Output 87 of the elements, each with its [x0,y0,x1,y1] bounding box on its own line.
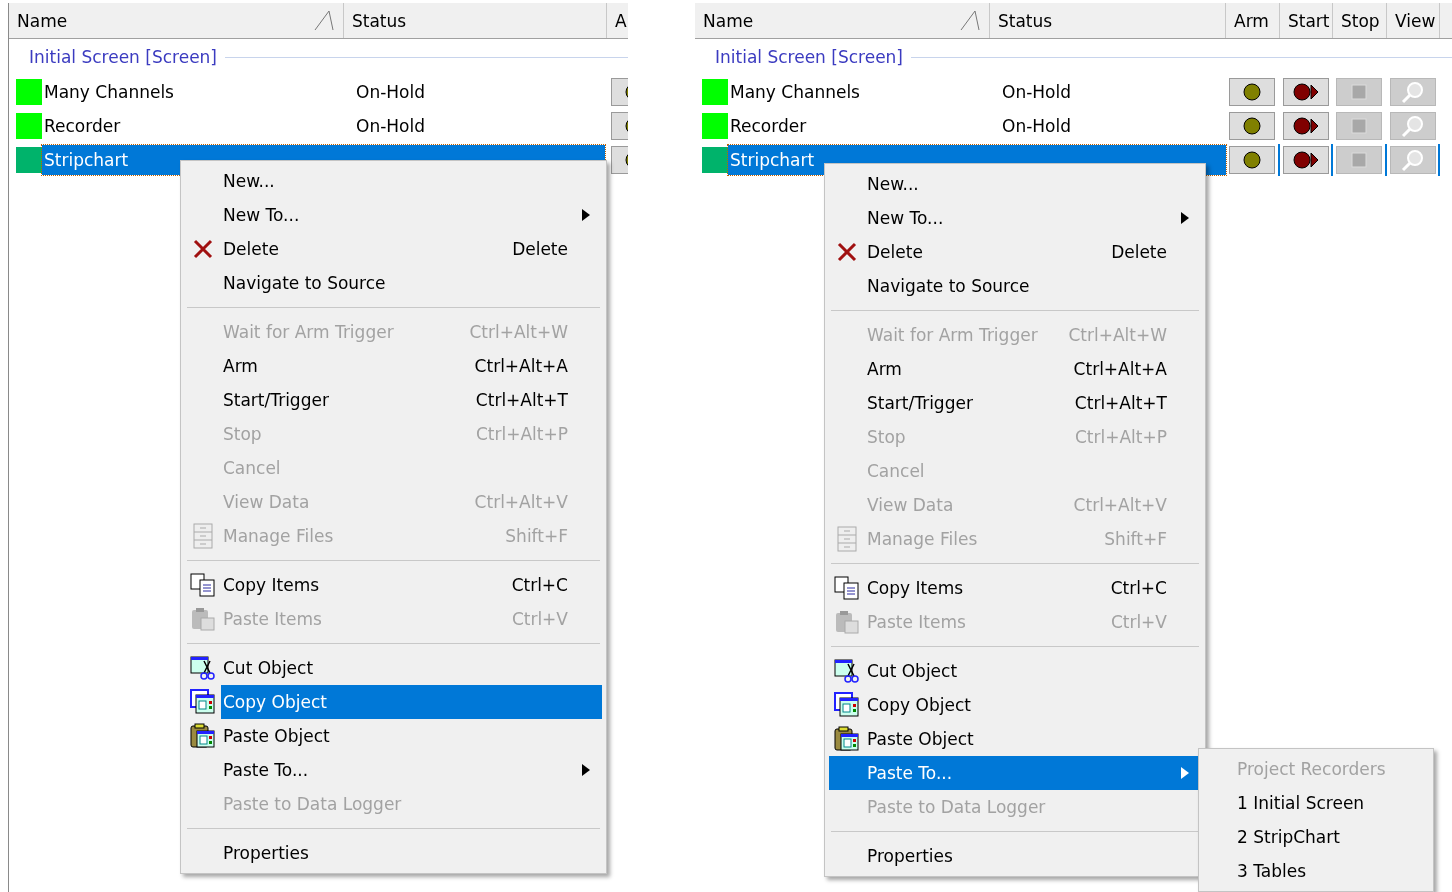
column-title[interactable]: Name [17,10,68,31]
menu-item[interactable]: Navigate to Source [829,269,1201,303]
column-title[interactable]: Status [998,10,1053,31]
window-scissors-icon [834,658,860,684]
menu-item[interactable]: Arm Ctrl+Alt+A [829,352,1201,386]
stop-square-icon [1351,152,1367,168]
menu-item[interactable]: New To... [185,198,602,232]
menu-item[interactable]: Copy Items Ctrl+C [221,568,602,602]
menu-item[interactable]: Properties [185,836,602,870]
menu-item[interactable]: Arm Ctrl+Alt+A [185,349,602,383]
submenu-item[interactable]: 1 Initial Screen [1203,786,1429,820]
clipboard-icon [834,610,860,634]
windows-icon [834,692,860,718]
list-row[interactable]: Recorder On-Hold [42,111,605,141]
row-status: On-Hold [1001,82,1071,102]
menu-item[interactable]: Properties [829,839,1201,873]
windows-icon [190,689,216,715]
column-title[interactable]: Name [703,10,754,31]
record-play-icon [1292,83,1319,101]
row-name: Many Channels [729,82,861,102]
circle-icon [1243,151,1261,169]
submenu-arrow-icon [582,209,590,221]
circle-icon [1243,83,1261,101]
column-title[interactable]: View [1395,10,1436,31]
group-title: Initial Screen [Screen] [29,47,217,67]
file-cabinet-icon [193,523,213,549]
menu-item[interactable]: Start/Trigger Ctrl+Alt+T [185,383,602,417]
clipboard-window-icon [834,726,860,752]
menu-item[interactable]: Copy Items Ctrl+C [865,571,1201,605]
menu-item[interactable]: Navigate to Source [185,266,602,300]
copy-documents-icon [190,573,216,597]
arm-button[interactable] [1229,112,1275,140]
menu-item[interactable]: Delete Delete [221,232,602,266]
row-status: On-Hold [355,116,425,136]
submenu-arrow-icon [1181,767,1189,779]
menu-item[interactable]: Copy Object [865,688,1201,722]
column-title[interactable]: Status [352,10,407,31]
stop-square-icon [1351,118,1367,134]
row-status: On-Hold [1001,116,1071,136]
arm-button[interactable] [1229,78,1275,106]
start-button[interactable] [1282,78,1329,106]
record-play-icon [1292,117,1319,135]
circle-icon [1243,117,1261,135]
column-title[interactable]: Stop [1341,10,1380,31]
submenu-arrow-icon [1181,212,1189,224]
menu-item[interactable]: Delete Delete [865,235,1201,269]
row-name: Stripchart [43,150,130,170]
column-title[interactable]: Start [1288,10,1330,31]
magnifier-icon [1400,80,1425,104]
row-status: On-Hold [355,82,425,102]
menu-item[interactable]: Paste Object [865,722,1201,756]
row-name: Many Channels [43,82,175,102]
row-name: Recorder [729,116,808,136]
window-scissors-icon [190,655,216,681]
menu-item[interactable]: New... [185,164,602,198]
list-row[interactable]: Recorder On-Hold [728,111,1226,141]
menu-item[interactable]: Cut Object [865,654,1201,688]
column-title[interactable]: Arm [1234,10,1269,31]
delete-x-icon [192,238,214,260]
row-name: Stripchart [729,150,816,170]
menu-item[interactable]: Paste Object [221,719,602,753]
record-play-icon [1292,151,1319,169]
column-title[interactable]: A [615,10,627,31]
menu-item[interactable]: Start/Trigger Ctrl+Alt+T [829,386,1201,420]
menu-item[interactable]: Copy Object [221,685,602,719]
menu-item[interactable]: Paste To... [829,756,1201,790]
group-title: Initial Screen [Screen] [715,47,903,67]
copy-documents-icon [834,576,860,600]
submenu-item[interactable]: 2 StripChart [1203,820,1429,854]
magnifier-icon [1400,114,1425,138]
delete-x-icon [836,241,858,263]
arm-button[interactable] [1229,146,1275,174]
magnifier-icon [1400,148,1425,172]
menu-item[interactable]: Cut Object [221,651,602,685]
list-row[interactable]: Many Channels On-Hold [728,77,1226,107]
menu-item[interactable]: New To... [829,201,1201,235]
submenu-item[interactable]: 3 Tables [1203,854,1429,888]
start-button[interactable] [1282,146,1329,174]
clipboard-window-icon [190,723,216,749]
stop-square-icon [1351,84,1367,100]
list-row[interactable]: Many Channels On-Hold [42,77,605,107]
start-button[interactable] [1282,112,1329,140]
submenu-arrow-icon [582,764,590,776]
file-cabinet-icon [837,526,857,552]
menu-item[interactable]: Paste To... [185,753,602,787]
clipboard-icon [190,607,216,631]
row-name: Recorder [43,116,122,136]
